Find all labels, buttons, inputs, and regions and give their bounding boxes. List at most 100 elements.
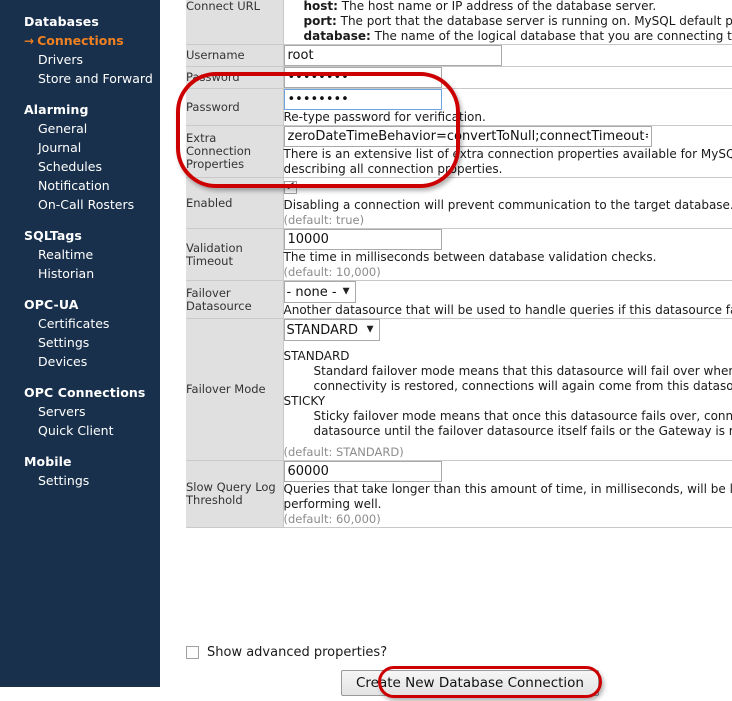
database-connection-form: Connect URL jdbc:mysql://host:port/datab… (186, 0, 732, 528)
enabled-checkbox[interactable] (283, 179, 297, 194)
extra-properties-field-cell: There is an extensive list of extra conn… (283, 125, 732, 178)
sidebar-item-store-and-forward[interactable]: Store and Forward (0, 69, 160, 88)
form-row-password: Password (186, 66, 732, 89)
form-footer: Show advanced properties? Create New Dat… (186, 645, 732, 696)
password-verify-field-cell: Re-type password for verification. (283, 88, 732, 126)
password-verify-input[interactable] (283, 89, 442, 110)
sidebar-item-mobile-settings[interactable]: Settings (0, 471, 160, 490)
sidebar-item-drivers[interactable]: Drivers (0, 50, 160, 69)
sidebar-item-connections[interactable]: → Connections (0, 31, 160, 50)
validation-timeout-input[interactable] (283, 229, 442, 250)
nav-group-databases: Databases → Connections Drivers Store and… (0, 12, 160, 88)
username-input[interactable] (283, 45, 502, 66)
param-port-desc-a: The port that the database server is run… (336, 14, 732, 28)
username-label: Username (186, 44, 284, 67)
nav-group-opc-connections: OPC Connections Servers Quick Client (0, 383, 160, 440)
sidebar-item-schedules[interactable]: Schedules (0, 157, 160, 176)
failover-datasource-select-wrapper: - none - ▼ (283, 281, 356, 303)
failover-mode-select-wrapper: STANDARD ▼ (283, 319, 380, 341)
password-label: Password (186, 66, 284, 89)
arrow-right-icon: → (24, 34, 35, 48)
sidebar-item-servers[interactable]: Servers (0, 402, 160, 421)
enabled-field-cell: Disabling a connection will prevent comm… (283, 177, 732, 229)
sidebar-item-general[interactable]: General (0, 119, 160, 138)
failover-mode-sticky-desc-l2: datasource until the failover datasource… (313, 424, 732, 438)
form-row-connect-url: Connect URL jdbc:mysql://host:port/datab… (186, 0, 732, 45)
failover-mode-label: Failover Mode (186, 318, 284, 461)
failover-mode-standard-title: STANDARD (283, 349, 350, 363)
slow-query-default: (default: 60,000) (283, 512, 381, 526)
password-input[interactable] (283, 67, 442, 88)
sidebar-item-on-call-rosters[interactable]: On-Call Rosters (0, 195, 160, 214)
nav-group-title: OPC-UA (24, 297, 79, 312)
nav-group-title: Mobile (24, 454, 72, 469)
nav-group-sqltags: SQLTags Realtime Historian (0, 226, 160, 283)
form-row-extra-properties: Extra Connection Properties There is an … (186, 125, 732, 178)
sidebar-item-opcua-settings[interactable]: Settings (0, 333, 160, 352)
slow-query-label: Slow Query Log Threshold (186, 460, 284, 528)
connect-url-param-port: port: The port that the database server … (284, 14, 732, 29)
show-advanced-row: Show advanced properties? (186, 645, 732, 660)
extra-properties-label: Extra Connection Properties (186, 125, 284, 178)
sidebar-item-certificates[interactable]: Certificates (0, 314, 160, 333)
connect-url-label: Connect URL (186, 0, 284, 45)
username-field-cell (283, 44, 732, 67)
param-host-name: host: (303, 0, 338, 13)
nav-group-mobile: Mobile Settings (0, 452, 160, 490)
connect-url-description: jdbc:mysql://host:port/database With the… (283, 0, 732, 45)
sidebar-item-label: Connections (37, 33, 124, 48)
password-verify-hint: Re-type password for verification. (283, 110, 486, 124)
slow-query-field-cell: Queries that take longer than this amoun… (283, 460, 732, 528)
extra-properties-input[interactable] (283, 126, 652, 147)
form-row-password-verify: Password Re-type password for verificati… (186, 88, 732, 126)
create-button-row: Create New Database Connection (186, 670, 732, 696)
show-advanced-checkbox[interactable] (186, 646, 199, 659)
nav-group-title: SQLTags (24, 228, 82, 243)
form-row-slow-query: Slow Query Log Threshold Queries that ta… (186, 460, 732, 528)
param-port-name: port: (303, 14, 337, 28)
sidebar-item-journal[interactable]: Journal (0, 138, 160, 157)
form-row-validation-timeout: Validation Timeout The time in milliseco… (186, 228, 732, 281)
param-host-desc: The host name or IP address of the datab… (337, 0, 657, 13)
failover-mode-default: (default: STANDARD) (283, 445, 404, 459)
form-row-failover-datasource: Failover Datasource - none - ▼ Another d… (186, 280, 732, 319)
failover-datasource-label: Failover Datasource (186, 280, 284, 319)
enabled-label: Enabled (186, 177, 284, 229)
main-content: Connect URL jdbc:mysql://host:port/datab… (160, 0, 732, 701)
failover-mode-sticky-title: STICKY (283, 394, 326, 408)
slow-query-desc-l2: performing well. (283, 497, 382, 511)
nav-group-title: Alarming (24, 102, 89, 117)
enabled-default: (default: true) (283, 213, 365, 227)
param-db-desc: The name of the logical database that yo… (374, 29, 732, 43)
failover-datasource-desc: Another datasource that will be used to … (283, 303, 732, 317)
connect-url-param-database: database: The name of the logical databa… (284, 29, 732, 44)
validation-timeout-default: (default: 10,000) (283, 265, 381, 279)
failover-mode-sticky-desc-l1: Sticky failover mode means that once thi… (313, 409, 732, 423)
form-row-enabled: Enabled Disabling a connection will prev… (186, 177, 732, 229)
sidebar-nav: Databases → Connections Drivers Store and… (0, 0, 160, 687)
sidebar-item-devices[interactable]: Devices (0, 352, 160, 371)
slow-query-input[interactable] (283, 461, 442, 482)
failover-mode-standard-desc-l1: Standard failover mode means that this d… (313, 364, 732, 378)
validation-timeout-label: Validation Timeout (186, 228, 284, 281)
nav-group-title: OPC Connections (24, 385, 146, 400)
create-new-database-connection-button[interactable]: Create New Database Connection (341, 670, 599, 696)
show-advanced-label: Show advanced properties? (207, 645, 388, 660)
nav-group-opc-ua: OPC-UA Certificates Settings Devices (0, 295, 160, 371)
sidebar-item-notification[interactable]: Notification (0, 176, 160, 195)
enabled-desc: Disabling a connection will prevent comm… (283, 198, 732, 212)
failover-mode-select[interactable]: STANDARD (283, 319, 380, 341)
sidebar-item-historian[interactable]: Historian (0, 264, 160, 283)
password-verify-label: Password (186, 88, 284, 126)
sidebar-item-realtime[interactable]: Realtime (0, 245, 160, 264)
validation-timeout-desc: The time in milliseconds between databas… (283, 250, 657, 264)
nav-group-alarming: Alarming General Journal Schedules Notif… (0, 100, 160, 214)
connect-url-param-host: host: The host name or IP address of the… (284, 0, 732, 14)
slow-query-desc-l1: Queries that take longer than this amoun… (283, 482, 732, 496)
failover-mode-field-cell: STANDARD ▼ STANDARD Standard failover mo… (283, 318, 732, 461)
failover-datasource-select[interactable]: - none - (283, 281, 356, 303)
param-db-name: database: (303, 29, 371, 43)
form-row-username: Username (186, 44, 732, 67)
sidebar-item-quick-client[interactable]: Quick Client (0, 421, 160, 440)
failover-datasource-field-cell: - none - ▼ Another datasource that will … (283, 280, 732, 319)
